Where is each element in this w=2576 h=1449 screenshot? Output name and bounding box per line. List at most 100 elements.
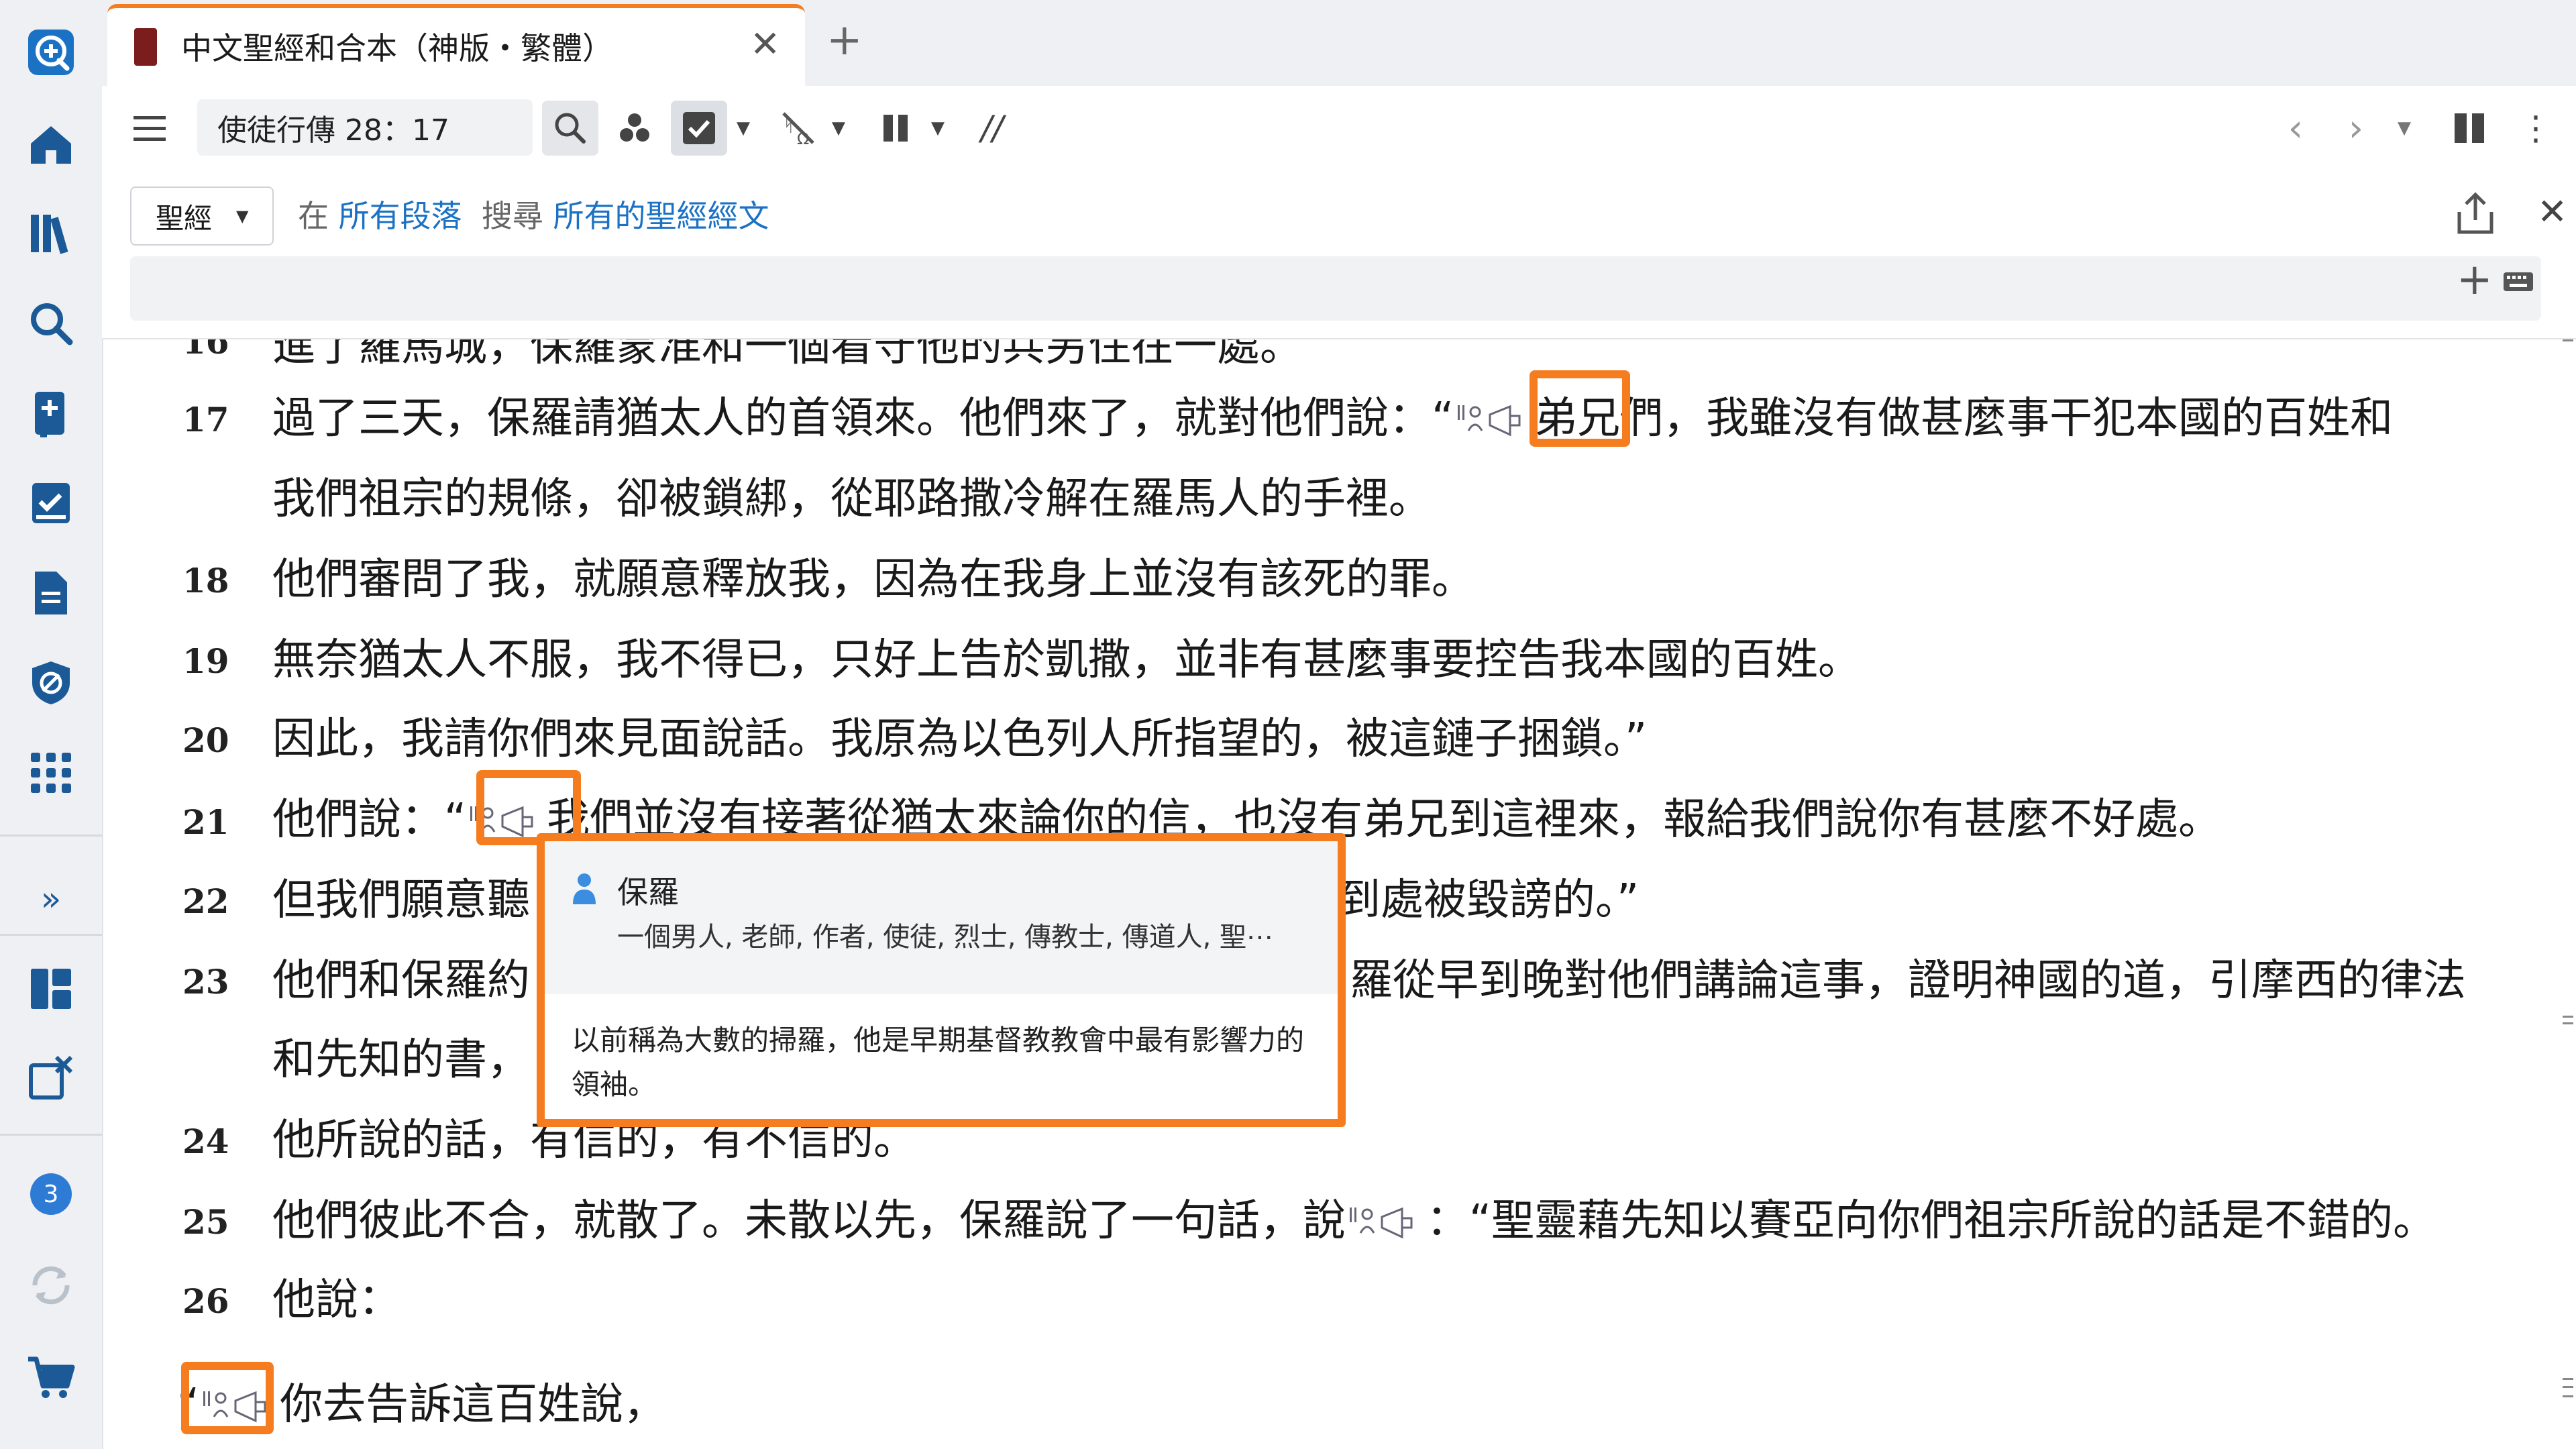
search-icon[interactable] (17, 290, 85, 357)
scroll-tick (2563, 1378, 2573, 1380)
popup-person-roles: 一個男人, 老師, 作者, 使徒, 烈士, 傳教士, 傳道人, 聖⋯ (617, 922, 1274, 953)
search-button[interactable] (542, 101, 598, 156)
verse-number: 20 (182, 720, 229, 760)
verse-text: 我們祖宗的規條，卻被鎖綁，從耶路撒冷解在羅馬人的手裡。 (272, 474, 1432, 524)
verse-number: 25 (182, 1202, 229, 1242)
scroll-tick (2563, 1022, 2573, 1024)
library-icon[interactable] (17, 200, 85, 267)
check-dropdown-icon[interactable]: ▼ (730, 106, 757, 150)
verse-number: 23 (182, 962, 229, 1002)
svg-text:Ω: Ω (797, 129, 809, 148)
verse-text: 和先知的書， (272, 1035, 530, 1085)
parallel-icon[interactable]: // (969, 106, 1016, 150)
columns-icon[interactable] (875, 106, 919, 150)
popup-description: 以前稱為大數的掃羅，他是早期基督教教會中最有影響力的領袖。 (572, 1024, 1305, 1101)
scroll-tick (2563, 339, 2573, 341)
columns-dropdown-icon[interactable]: ▼ (924, 106, 951, 150)
search-type-link[interactable]: 所有的聖經經文 (553, 198, 769, 234)
search-range-link[interactable]: 所有段落 (339, 198, 462, 234)
add-query-icon[interactable]: + (2457, 255, 2493, 305)
left-rail: » 3 (0, 0, 103, 1449)
scroll-tick (2563, 1016, 2573, 1018)
history-dropdown-icon[interactable]: ▼ (2391, 106, 2418, 150)
share-upload-icon[interactable] (2450, 188, 2501, 239)
badge-count: 3 (30, 1173, 72, 1215)
search-description: 在 所有段落 搜尋 所有的聖經經文 (298, 196, 769, 236)
scroll-tick (2563, 1395, 2573, 1397)
scroll-tick (2563, 1386, 2573, 1388)
layouts-icon[interactable] (17, 955, 85, 1022)
clippings-icon[interactable] (17, 1044, 85, 1111)
speaker-highlight (181, 1362, 274, 1434)
search-query-input[interactable] (130, 256, 2541, 321)
split-view-icon[interactable] (2447, 106, 2491, 150)
verse-text: 到處被毀謗的。” (1338, 875, 1640, 925)
home-icon[interactable] (17, 111, 85, 178)
back-icon[interactable]: ‹ (2275, 106, 2316, 150)
rail-divider (0, 1134, 102, 1136)
reading-check-icon[interactable] (671, 101, 727, 156)
verse-text: 羅從早到晚對他們講論這事，證明神國的道，引摩西的律法 (1350, 956, 2466, 1006)
speaker-highlight (1529, 370, 1630, 447)
search-panel: 聖經 ▼ 在 所有段落 搜尋 所有的聖經經文 ✕ + (102, 170, 2576, 339)
verse-text-segment: 他們說：“ (272, 795, 467, 845)
search-desc-prefix: 在 (298, 198, 329, 234)
search-scope-label: 聖經 (156, 201, 213, 235)
toolbar: 使徒行傳 28：17 ▼ ᛋΩ ▼ ▼ // ‹ › ▼ ⋮ (102, 86, 2576, 172)
verse-text: 進了羅馬城，保羅蒙准和一個看守他的兵另住在一處。 (272, 339, 1303, 371)
reference-input[interactable]: 使徒行傳 28：17 (197, 99, 533, 156)
speaker-info-popup[interactable]: 保羅 一個男人, 老師, 作者, 使徒, 烈士, 傳教士, 傳道人, 聖⋯ 以前… (537, 833, 1346, 1127)
new-tab-button[interactable]: + (826, 19, 863, 62)
svg-text:ᛋ: ᛋ (784, 115, 794, 136)
verse-text-segment: 你去告訴這百姓說， (280, 1380, 667, 1430)
verse-text: 因此，我請你們來見面說話。我原為以色列人所指望的，被這鏈子捆鎖。” (272, 714, 1648, 764)
forward-icon[interactable]: › (2336, 106, 2376, 150)
speaker-icon[interactable] (1454, 396, 1534, 440)
speaker-icon[interactable] (1346, 1198, 1426, 1242)
tab-strip: 中文聖經和合本（神版・繁體） ✕ + (102, 0, 2576, 86)
menu-icon[interactable] (126, 106, 173, 150)
store-cart-icon[interactable] (17, 1344, 85, 1411)
verse-text: 但我們願意聽 (272, 875, 530, 925)
verse-text: 他們和保羅約 (272, 956, 530, 1006)
verse-text-17: 過了三天，保羅請猶太人的首領來。他們來了，就對他們說：“ 弟兄們，我雖沒有做甚麼事… (272, 384, 2393, 445)
verse-text: 他們審問了我，就願意釋放我，因為在我身上並沒有該死的罪。 (272, 555, 1474, 604)
bible-add-icon[interactable] (17, 380, 85, 447)
verse-text: 無奈猶太人不服，我不得已，只好上告於凱撒，並非有甚麼事要控告我本國的百姓。 (272, 635, 1861, 685)
more-options-icon[interactable]: ⋮ (2519, 106, 2553, 150)
apps-grid-icon[interactable] (17, 739, 85, 806)
verse-number: 21 (182, 802, 229, 842)
faith-shield-icon[interactable] (17, 649, 85, 716)
reading-plan-icon[interactable] (17, 470, 85, 537)
panel-close-icon[interactable]: ✕ (2537, 191, 2567, 233)
verse-text-segment: 過了三天，保羅請猶太人的首領來。他們來了，就對他們說：“ (272, 394, 1454, 443)
search-desc-middle: 搜尋 (481, 198, 543, 234)
tab-bible[interactable]: 中文聖經和合本（神版・繁體） ✕ (107, 4, 805, 86)
expand-rail-icon[interactable]: » (17, 865, 85, 932)
app-logo-icon[interactable] (17, 19, 85, 86)
verse-number: 24 (182, 1122, 229, 1161)
verse-number: 18 (182, 561, 229, 600)
book-icon (134, 28, 157, 66)
keyboard-icon[interactable] (2502, 270, 2534, 294)
visual-filter-icon[interactable] (609, 106, 660, 150)
chevron-down-icon: ▼ (236, 207, 249, 225)
notes-icon[interactable] (17, 559, 85, 627)
verse-number: 26 (182, 1281, 229, 1321)
tab-title: 中文聖經和合本（神版・繁體） (181, 30, 613, 66)
tab-close-icon[interactable]: ✕ (750, 24, 780, 64)
search-scope-dropdown[interactable]: 聖經 ▼ (130, 186, 274, 246)
verse-number: 19 (182, 641, 229, 681)
person-icon (573, 873, 596, 904)
verse-text-segment: ：“聖靈藉先知以賽亞向你們祖宗所說的話是不錯的。 (1426, 1196, 2436, 1246)
popup-header: 保羅 一個男人, 老師, 作者, 使徒, 烈士, 傳教士, 傳道人, 聖⋯ (545, 841, 1338, 994)
notifications-badge[interactable]: 3 (17, 1161, 85, 1228)
verse-number: 16 (182, 339, 229, 362)
interlinear-dropdown-icon[interactable]: ▼ (825, 106, 852, 150)
popup-person-name[interactable]: 保羅 (617, 868, 679, 912)
verse-number: 22 (182, 881, 229, 921)
verse-number: 17 (182, 400, 229, 439)
interlinear-icon[interactable]: ᛋΩ (771, 106, 825, 150)
verse-text-segment: 弟兄們，我雖沒有做甚麼事干犯本國的百姓和 (1534, 394, 2394, 443)
sync-icon[interactable] (17, 1252, 85, 1319)
